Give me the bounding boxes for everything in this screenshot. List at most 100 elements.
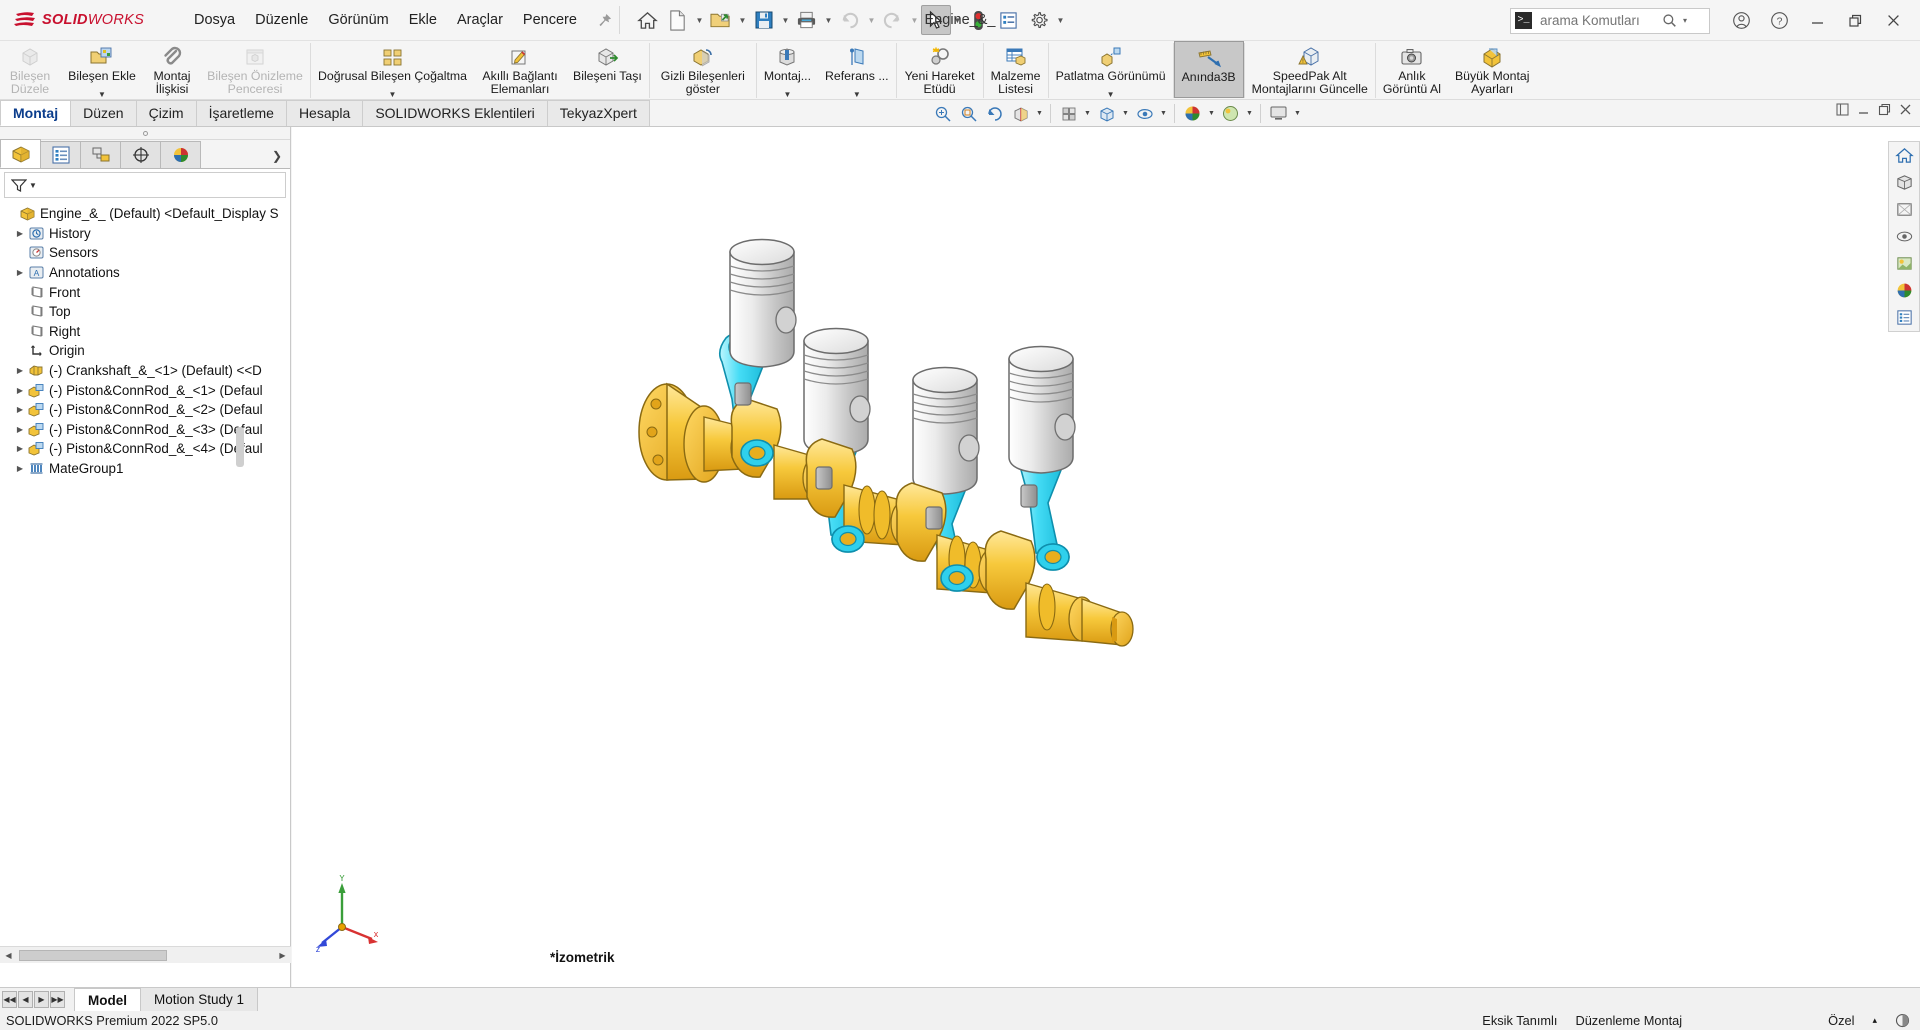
status-custom-caret[interactable]: ▴ <box>1872 1015 1877 1026</box>
chevron-down-icon[interactable]: ▼ <box>783 90 791 99</box>
zoom-to-fit-icon[interactable] <box>930 102 955 125</box>
new-document-icon[interactable] <box>663 5 693 35</box>
display-manager-icon[interactable] <box>1889 304 1919 331</box>
ribbon-button-buyuk-montaj-ayarlari[interactable]: Büyük Montaj Ayarları <box>1448 41 1537 100</box>
ribbon-button-akilli-baglanti-elemanlari[interactable]: Akıllı Bağlantı Elemanları <box>474 41 566 100</box>
first-study-button[interactable]: ◀◀ <box>2 991 17 1008</box>
tab-montaj[interactable]: Montaj <box>0 100 72 126</box>
chevron-down-icon[interactable]: ▼ <box>98 90 106 99</box>
tree-item-front-plane[interactable]: Front <box>4 282 290 302</box>
configuration-manager-tab[interactable] <box>80 141 121 168</box>
ribbon-button-bilesen-duzele[interactable]: Bileşen Düzele <box>0 41 60 100</box>
expand-arrow[interactable]: ▶ <box>13 425 27 434</box>
pin-icon[interactable] <box>597 13 612 28</box>
open-dropdown-caret[interactable]: ▼ <box>736 5 749 35</box>
tree-item-root[interactable]: Engine_&_ (Default) <Default_Display S <box>4 204 290 224</box>
hide-show-icon[interactable] <box>1889 223 1919 250</box>
engine-assembly-model[interactable] <box>292 127 1920 987</box>
feature-manager-tab[interactable] <box>0 139 41 168</box>
menu-item-dosya[interactable]: Dosya <box>184 8 245 32</box>
chevron-down-icon[interactable]: ▼ <box>1107 90 1115 99</box>
view-settings-icon[interactable] <box>1266 102 1291 125</box>
tree-item-top-plane[interactable]: Top <box>4 302 290 322</box>
dimxpert-manager-tab[interactable] <box>120 141 161 168</box>
tree-item-origin[interactable]: Origin <box>4 341 290 361</box>
tab-solidworks-eklentileri[interactable]: SOLIDWORKS Eklentileri <box>362 100 548 126</box>
print-icon[interactable] <box>792 5 822 35</box>
panel-splitter-handle[interactable] <box>0 127 290 140</box>
bottom-tab-motion-study-1[interactable]: Motion Study 1 <box>140 988 259 1011</box>
ribbon-button-bilesen-ekle[interactable]: Bileşen Ekle ▼ <box>60 41 144 100</box>
tab-cizim[interactable]: Çizim <box>135 100 197 126</box>
appearance-icon[interactable] <box>1889 277 1919 304</box>
tree-item-right-plane[interactable]: Right <box>4 322 290 342</box>
ribbon-button-anlik-goruntu-al[interactable]: Anlık Görüntü Al <box>1376 41 1448 100</box>
expand-arrow[interactable]: ▶ <box>13 229 27 238</box>
tree-item-piston-connrod-1[interactable]: ▶ (-) Piston&ConnRod_&_<1> (Defaul <box>4 380 290 400</box>
view-orientation-caret[interactable]: ▼ <box>1082 110 1093 117</box>
options-dropdown-caret[interactable]: ▼ <box>1054 5 1067 35</box>
display-style-icon[interactable] <box>1889 196 1919 223</box>
menu-item-duzenle[interactable]: Düzenle <box>245 8 318 32</box>
ribbon-button-speedpak-guncelle[interactable]: ! SpeedPak Alt Montajlarını Güncelle <box>1245 41 1375 100</box>
status-custom-label[interactable]: Özel <box>1828 1013 1854 1028</box>
expand-arrow[interactable]: ▶ <box>13 268 27 277</box>
home-view-icon[interactable] <box>1889 142 1919 169</box>
ribbon-button-aninda3b[interactable]: Anında3B <box>1173 41 1244 98</box>
save-icon[interactable] <box>749 5 779 35</box>
tab-duzen[interactable]: Düzen <box>70 100 137 126</box>
bottom-tab-model[interactable]: Model <box>74 988 141 1011</box>
minimize-document-icon[interactable] <box>1857 103 1870 116</box>
ribbon-button-referans-geometrisi[interactable]: Referans ... ▼ <box>818 41 896 100</box>
tree-item-piston-connrod-3[interactable]: ▶ (-) Piston&ConnRod_&_<3> (Defaul <box>4 420 290 440</box>
next-study-button[interactable]: ▶ <box>34 991 49 1008</box>
expand-arrow[interactable]: ▶ <box>13 386 27 395</box>
redo-dropdown-caret[interactable]: ▼ <box>908 5 921 35</box>
search-icon[interactable] <box>1662 13 1677 28</box>
tree-item-mategroup1[interactable]: ▶ MateGroup1 <box>4 459 290 479</box>
ribbon-button-bileseni-tasi[interactable]: Bileşeni Taşı <box>566 41 649 100</box>
feature-filter-bar[interactable]: ▼ <box>4 172 286 198</box>
zoom-to-area-icon[interactable] <box>956 102 981 125</box>
chevron-down-icon[interactable]: ▼ <box>853 90 861 99</box>
filter-funnel-icon[interactable] <box>11 178 27 192</box>
tab-tekyazxpert[interactable]: TekyazXpert <box>546 100 650 126</box>
save-dropdown-caret[interactable]: ▼ <box>779 5 792 35</box>
view-settings-caret[interactable]: ▼ <box>1292 110 1303 117</box>
minimize-button[interactable] <box>1798 0 1836 41</box>
previous-study-button[interactable]: ◀ <box>18 991 33 1008</box>
close-document-icon[interactable] <box>1899 103 1912 116</box>
scroll-thumb[interactable] <box>19 949 167 961</box>
menu-item-pencere[interactable]: Pencere <box>513 8 587 32</box>
traffic-light-icon[interactable] <box>964 5 994 35</box>
ribbon-button-dogrusal-bilesen-cogaltma[interactable]: Doğrusal Bileşen Çoğaltma ▼ <box>311 41 474 100</box>
tree-item-annotations[interactable]: ▶ A Annotations <box>4 263 290 283</box>
apply-scene-icon[interactable] <box>1889 250 1919 277</box>
ribbon-button-yeni-hareket-etudu[interactable]: Yeni Hareket Etüdü <box>897 41 983 100</box>
ribbon-button-malzeme-listesi[interactable]: Malzeme Listesi <box>984 41 1048 100</box>
search-input[interactable] <box>1538 12 1656 29</box>
property-manager-tab[interactable] <box>40 141 81 168</box>
display-state-icon[interactable] <box>1895 1013 1910 1028</box>
select-cursor-icon[interactable] <box>920 5 951 35</box>
open-folder-icon[interactable] <box>706 5 736 35</box>
home-icon[interactable] <box>633 5 663 35</box>
close-button[interactable] <box>1874 0 1912 41</box>
restore-button[interactable] <box>1836 0 1874 41</box>
tree-item-crankshaft[interactable]: ▶ (-) Crankshaft_&_<1> (Default) <<D <box>4 361 290 381</box>
menu-item-gorunum[interactable]: Görünüm <box>318 8 398 32</box>
redo-icon[interactable] <box>878 5 908 35</box>
print-dropdown-caret[interactable]: ▼ <box>822 5 835 35</box>
expand-arrow[interactable]: ▶ <box>13 444 27 453</box>
tile-windows-icon[interactable] <box>1836 103 1849 116</box>
options-list-icon[interactable] <box>994 5 1024 35</box>
gear-icon[interactable] <box>1024 5 1054 35</box>
expand-arrow[interactable]: ▶ <box>13 464 27 473</box>
view-orientation-icon[interactable] <box>1056 102 1081 125</box>
tree-item-piston-connrod-4[interactable]: ▶ (-) Piston&ConnRod_&_<4> (Defaul <box>4 439 290 459</box>
new-document-dropdown-caret[interactable]: ▼ <box>693 5 706 35</box>
last-study-button[interactable]: ▶▶ <box>50 991 65 1008</box>
panel-expand-chevron[interactable]: ❯ <box>272 149 282 168</box>
scene-caret[interactable]: ▼ <box>1244 110 1255 117</box>
tab-isaretleme[interactable]: İşaretleme <box>195 100 287 126</box>
